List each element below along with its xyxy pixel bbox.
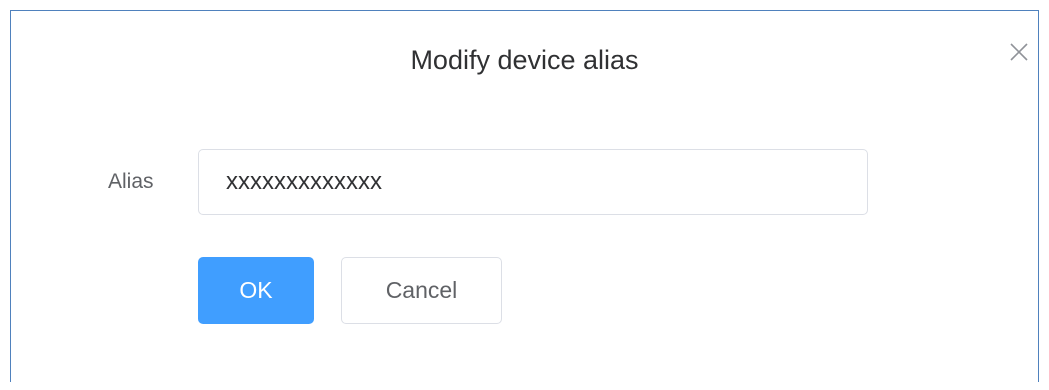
- close-icon: [1009, 42, 1029, 62]
- modify-alias-dialog: Modify device alias Alias OK Cancel: [10, 10, 1039, 382]
- dialog-title: Modify device alias: [410, 45, 639, 75]
- alias-input[interactable]: [198, 149, 868, 215]
- ok-button[interactable]: OK: [198, 257, 314, 324]
- close-button[interactable]: [1006, 39, 1032, 65]
- cancel-button[interactable]: Cancel: [341, 257, 502, 324]
- alias-label: Alias: [108, 170, 154, 193]
